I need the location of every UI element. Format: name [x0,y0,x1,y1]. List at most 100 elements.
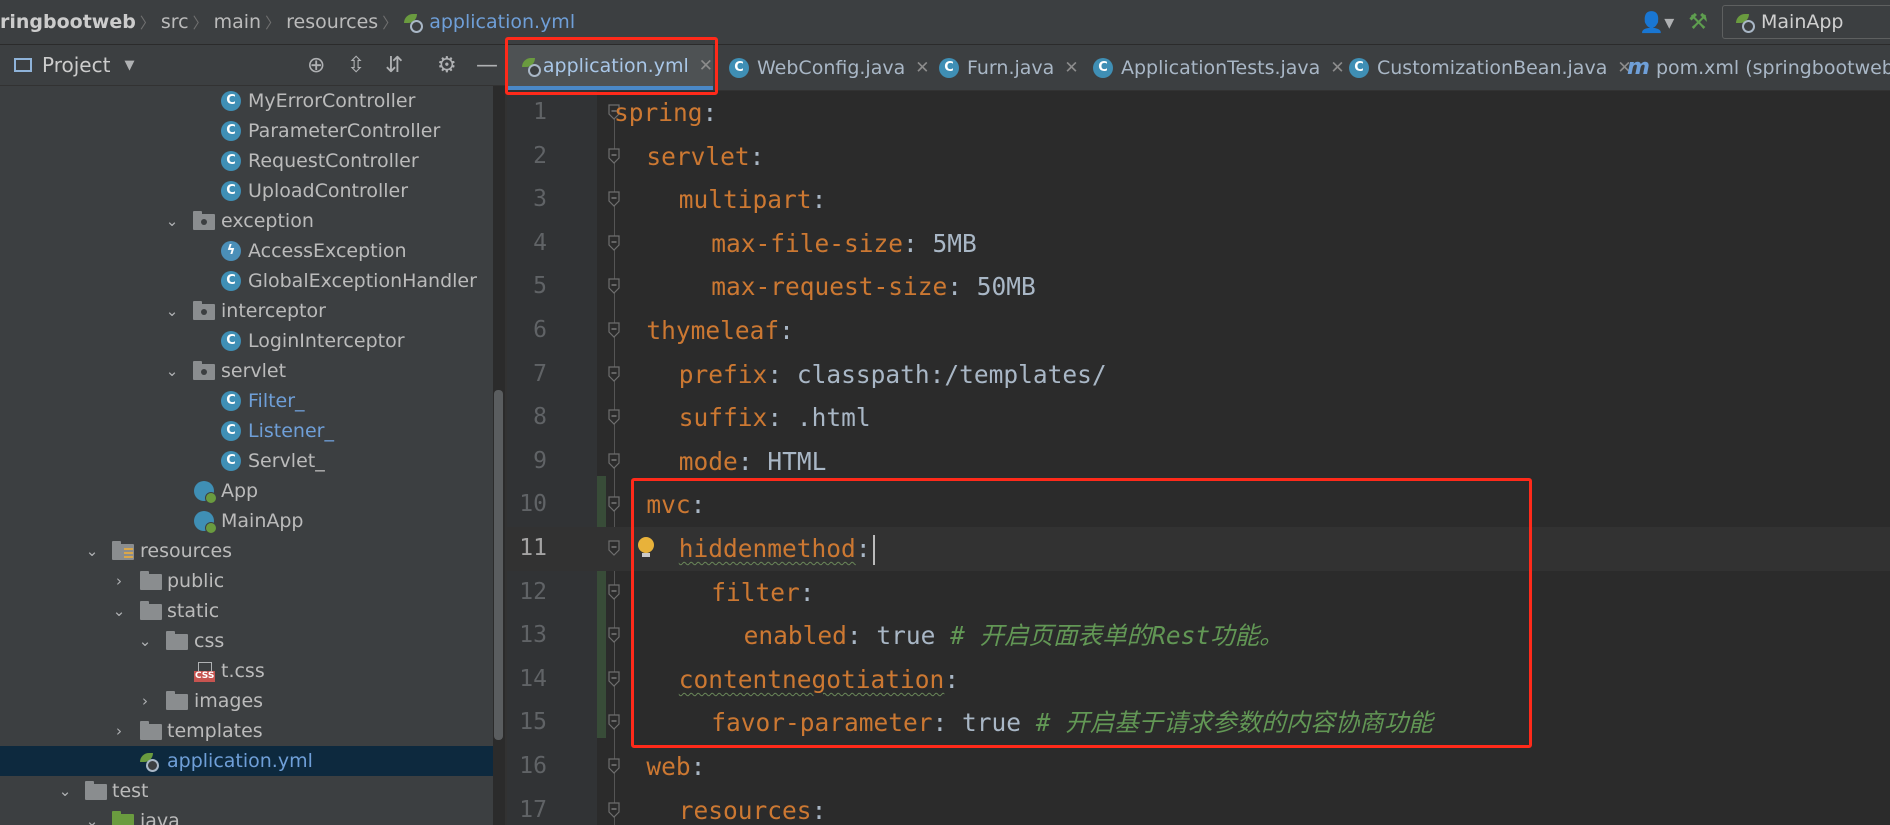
tree-item-resources[interactable]: ⌄ resources [0,536,493,566]
chevron-down-icon[interactable]: ⌄ [137,626,153,656]
tree-item-interceptor[interactable]: ⌄ interceptor [0,296,493,326]
fold-marker-icon[interactable] [606,540,622,556]
code-line[interactable]: 4 max-file-size: 5MB [507,222,1890,266]
fold-marker-icon[interactable] [606,147,622,164]
yaml-separator: : [947,272,977,302]
chevron-right-icon[interactable]: › [137,686,153,716]
tree-item-globalexceptionhandler[interactable]: C GlobalExceptionHandler [0,266,493,296]
tree-item-requestcontroller[interactable]: C RequestController [0,146,493,176]
fold-marker-icon[interactable] [606,191,622,208]
fold-marker-icon[interactable] [606,409,622,426]
expand-all-icon[interactable]: ⇳ [347,45,365,85]
chevron-down-icon[interactable]: ⌄ [164,356,180,386]
fold-marker-icon[interactable] [606,278,622,295]
project-tree-scrollbar[interactable] [494,390,503,740]
close-icon[interactable]: ✕ [1330,58,1344,78]
breadcrumb-main[interactable]: main [214,11,261,33]
fold-marker-icon[interactable] [606,453,622,469]
breadcrumb-src[interactable]: src [161,11,189,33]
tab-webconfig[interactable]: C WebConfig.java ✕ [729,45,929,90]
fold-marker-icon[interactable] [606,671,622,687]
breadcrumb-project[interactable]: ringbootweb [0,11,136,33]
tree-item-java[interactable]: ⌄ java [0,806,493,825]
yaml-file-icon [139,750,161,772]
code-line[interactable]: 2 servlet: [507,135,1890,179]
tree-item-label: MainApp [221,510,304,532]
code-line[interactable]: 16 web: [507,745,1890,789]
close-icon[interactable]: ✕ [915,58,929,78]
breadcrumb-resources[interactable]: resources [286,11,378,33]
breadcrumb-file[interactable]: application.yml [429,11,575,33]
tree-item-filter[interactable]: C Filter_ [0,386,493,416]
close-icon[interactable]: ✕ [1064,58,1078,78]
code-line[interactable]: 8 suffix: .html [507,396,1890,440]
code-line[interactable]: 9 mode: HTML [507,440,1890,484]
code-line[interactable]: 7 prefix: classpath:/templates/ [507,353,1890,397]
line-number: 5 [533,273,547,300]
tree-item-images[interactable]: › images [0,686,493,716]
fold-marker-icon[interactable] [606,583,622,600]
tab-customizationbean[interactable]: C CustomizationBean.java ✕ [1349,45,1632,90]
chevron-down-icon[interactable]: ⌄ [84,806,100,825]
tree-item-application-yml[interactable]: application.yml [0,746,493,776]
fold-marker-icon[interactable] [606,714,622,731]
chevron-right-icon[interactable]: › [111,716,127,746]
fold-marker-icon[interactable] [606,235,622,251]
tree-item-app[interactable]: App [0,476,493,506]
tab-applicationtests[interactable]: C ApplicationTests.java ✕ [1093,45,1345,90]
chevron-down-icon[interactable]: ⌄ [164,206,180,236]
build-hammer-icon[interactable]: ⚒ [1688,10,1708,35]
project-window-icon [14,58,32,72]
yaml-key: max-request-size [711,272,948,302]
gear-icon[interactable]: ⚙ [437,45,457,85]
tree-item-servlet[interactable]: ⌄ servlet [0,356,493,386]
chevron-down-icon[interactable]: ⌄ [57,776,73,806]
user-account-icon[interactable]: 👤▾ [1639,10,1674,34]
tree-item-servlet-class[interactable]: C Servlet_ [0,446,493,476]
class-icon: C [221,181,241,201]
fold-marker-icon[interactable] [606,496,622,513]
tree-item-t-css[interactable]: t.css [0,656,493,686]
yaml-key: thymeleaf [646,316,780,345]
tree-item-parametercontroller[interactable]: C ParameterController [0,116,493,146]
fold-marker-icon[interactable] [606,322,622,338]
tree-item-listener[interactable]: C Listener_ [0,416,493,446]
fold-marker-icon[interactable] [606,758,622,774]
tree-item-test[interactable]: ⌄ test [0,776,493,806]
yaml-separator: : [811,795,827,825]
code-line[interactable]: 3 multipart: [507,178,1890,222]
tree-item-uploadcontroller[interactable]: C UploadController [0,176,493,206]
tree-item-public[interactable]: › public [0,566,493,596]
locate-file-icon[interactable]: ⊕ [307,45,325,85]
code-line[interactable]: 6 thymeleaf: [507,309,1890,353]
tree-item-exception[interactable]: ⌄ exception [0,206,493,236]
tree-item-myerrorcontroller[interactable]: C MyErrorController [0,86,493,116]
tree-item-label: t.css [221,660,265,682]
tree-item-logininterceptor[interactable]: C LoginInterceptor [0,326,493,356]
tree-item-css[interactable]: ⌄ css [0,626,493,656]
code-text: web: [646,745,705,789]
hide-panel-icon[interactable]: — [476,45,498,85]
tree-item-accessexception[interactable]: ϟ AccessException [0,236,493,266]
fold-marker-icon[interactable] [606,627,622,644]
code-line[interactable]: 17 resources: [507,789,1890,825]
tab-furn[interactable]: C Furn.java ✕ [939,45,1079,90]
fold-marker-icon[interactable] [606,365,622,382]
tab-pom-xml[interactable]: m pom.xml (springbootweb) [1627,45,1890,90]
tree-item-static[interactable]: ⌄ static [0,596,493,626]
project-panel-title[interactable]: Project [42,53,110,77]
tree-item-mainapp[interactable]: MainApp [0,506,493,536]
tree-item-label: RequestController [248,150,419,172]
code-line[interactable]: 5 max-request-size: 50MB [507,265,1890,309]
collapse-all-icon[interactable]: ⇵ [385,45,403,85]
chevron-down-icon[interactable]: ⌄ [84,536,100,566]
code-line[interactable]: 1 spring: [507,91,1890,135]
chevron-right-icon[interactable]: › [111,566,127,596]
chevron-down-icon[interactable]: ▼ [124,58,134,73]
fold-marker-icon[interactable] [606,801,622,818]
run-configuration-select[interactable]: MainApp [1722,5,1890,39]
chevron-down-icon[interactable]: ⌄ [164,296,180,326]
tree-item-templates[interactable]: › templates [0,716,493,746]
tab-label: Furn.java [967,56,1055,79]
chevron-down-icon[interactable]: ⌄ [111,596,127,626]
